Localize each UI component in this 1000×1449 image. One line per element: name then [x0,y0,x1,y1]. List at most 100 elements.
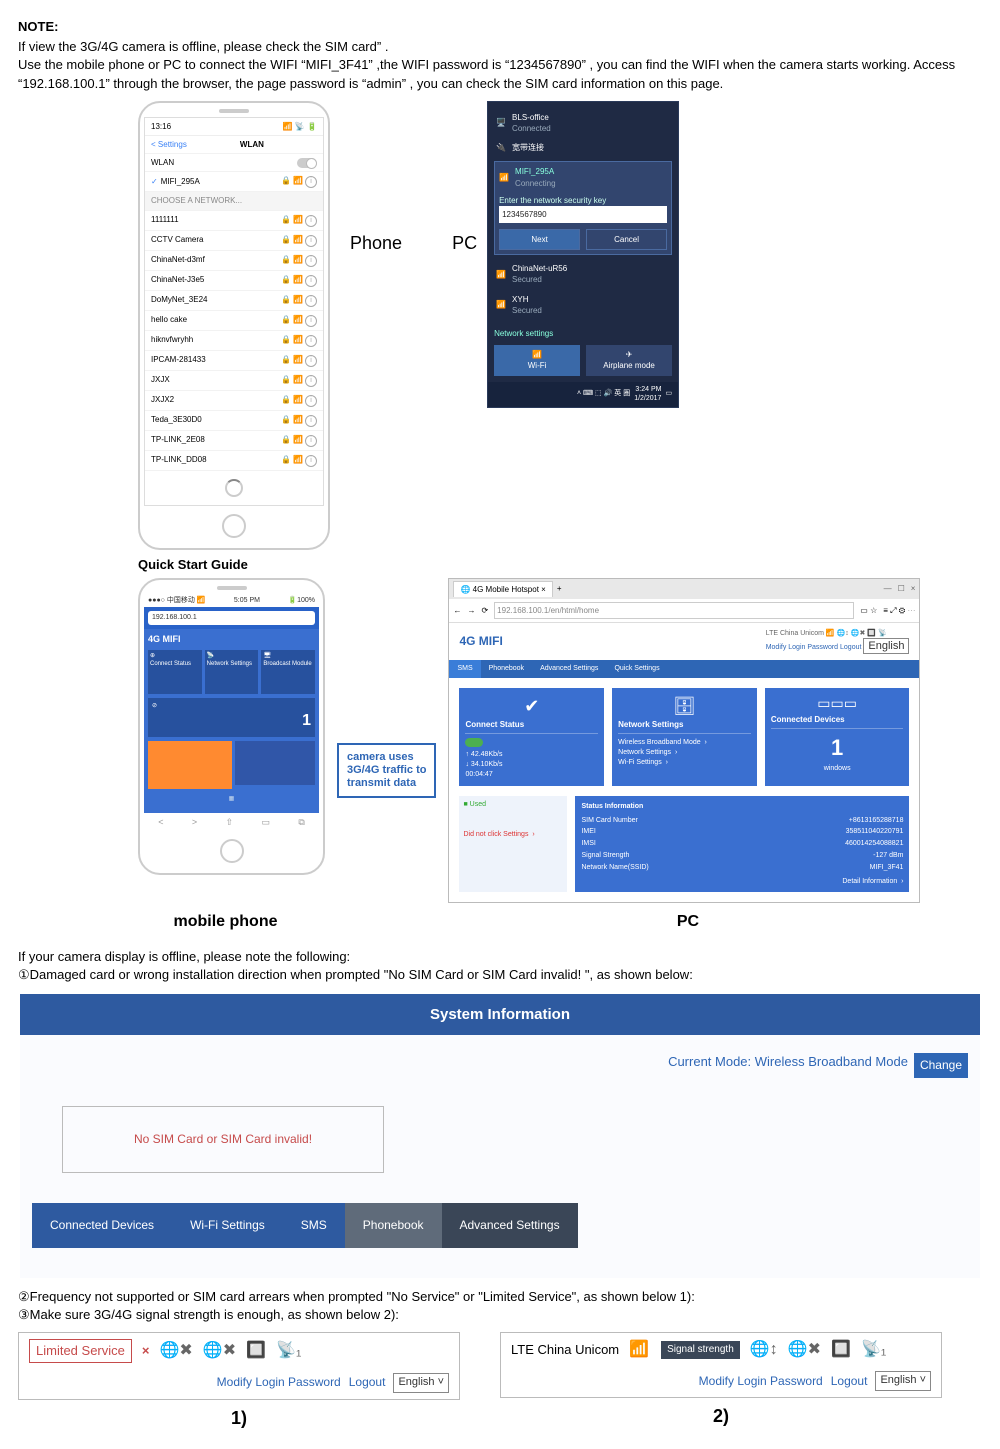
network-row[interactable]: IPCAM-281433🔒📶i [145,351,323,371]
tab-phonebook[interactable]: Phonebook [345,1203,442,1248]
battery-icon: 🔲 [246,1340,266,1362]
browser-tab[interactable]: 🌐 4G Mobile Hotspot × [453,581,552,597]
close-icon[interactable]: × [911,583,916,594]
tab-advanced-settings[interactable]: Advanced Settings [442,1203,578,1248]
address-bar[interactable]: 192.168.100.1 [148,611,315,625]
link-network-settings[interactable]: Network Settings › [618,748,751,758]
detail-info-link[interactable]: Detail Information › [581,877,903,887]
iphone-frame: 13:16 📶 📡 🔋 < Settings WLAN WLAN ✓MIFI_2… [138,101,330,550]
password-input[interactable]: 1234567890 [499,206,667,223]
network-row[interactable]: TP-LINK_DD08🔒📶i [145,451,323,471]
system-info-header: System Information [20,994,980,1035]
no-click-settings[interactable]: Did not click Settings › [463,830,563,840]
network-row[interactable]: TP-LINK_2E08🔒📶i [145,431,323,451]
wifi-icon: 📡₁ [861,1339,886,1361]
cancel-button[interactable]: Cancel [586,229,667,250]
modify-password-link[interactable]: Modify Login Password [217,1374,341,1391]
menu-icons[interactable]: ≡ ⤢ ⚙ ⋯ [883,605,915,616]
globe-x-icon: 🌐✖ [851,630,866,637]
tab-sms[interactable]: SMS [283,1203,345,1248]
network-item[interactable]: 📶ChinaNet-uR56Secured [494,259,672,289]
refresh-icon[interactable]: ⟳ [481,605,488,616]
broadband-item[interactable]: 🔌 宽带连接 [494,138,672,157]
fwd-icon[interactable]: > [192,816,197,829]
tab-advanced[interactable]: Advanced Settings [532,660,606,678]
network-row[interactable]: hiknvfwryhh🔒📶i [145,331,323,351]
link-broadband-mode[interactable]: Wireless Broadband Mode › [618,738,751,748]
next-button[interactable]: Next [499,229,580,250]
back-icon[interactable]: < [158,816,163,829]
new-tab-button[interactable]: + [557,583,562,594]
tabs-icon[interactable]: ⧉ [298,816,304,829]
tab-phonebook[interactable]: Phonebook [481,660,532,678]
iphone-frame-2: ●●●○ 中国移动 📶5:05 PM🔋100% 192.168.100.1 4G… [138,578,325,875]
home-button[interactable] [220,839,244,863]
tile-broadcast[interactable]: 🖥Broadcast Module [261,650,315,694]
tile-network-settings[interactable]: 📡Network Settings [205,650,259,694]
min-icon[interactable]: — [884,583,892,594]
network-settings-link[interactable]: Network settings [494,328,672,339]
tile-status-detail: ⊘1 [148,698,315,737]
modify-password-link[interactable]: Modify Login Password [699,1373,823,1390]
nav-back-icon[interactable]: ← [453,605,461,616]
notification-icon[interactable]: ▭ [665,389,672,399]
lang-select[interactable]: English ˅ [393,1373,449,1392]
network-row[interactable]: JXJX🔒📶i [145,371,323,391]
wlan-toggle-row: WLAN [145,154,323,172]
lang-select[interactable]: English ˅ [875,1371,931,1390]
lang-select[interactable]: English [863,638,909,654]
info-icon[interactable]: i [305,176,317,188]
star-icon[interactable]: ▭ ☆ [860,605,877,616]
home-button[interactable] [222,514,246,538]
network-item[interactable]: 📶XYHSecured [494,290,672,320]
tile-connect-status[interactable]: ⊕Connect Status [148,650,202,694]
tab-connected-devices[interactable]: Connected Devices [32,1203,172,1248]
globe-x-icon: 🌐✖ [203,1340,236,1362]
network-row[interactable]: 1111111🔒📶i [145,211,323,231]
bookmarks-icon[interactable]: ▭ [261,816,270,829]
share-icon[interactable]: ⇧ [226,816,234,829]
tile-blue[interactable] [235,741,315,785]
network-row[interactable]: ChinaNet-J3e5🔒📶i [145,271,323,291]
network-row[interactable]: ChinaNet-d3mf🔒📶i [145,251,323,271]
note-line1: If view the 3G/4G camera is offline, ple… [18,39,377,54]
connected-network-row[interactable]: ✓MIFI_295A 🔒📶i [145,172,323,192]
link-wifi-settings[interactable]: Wi-Fi Settings › [618,758,751,768]
point-1: ①Damaged card or wrong installation dire… [18,966,982,984]
back-button[interactable]: < Settings [151,139,187,150]
url-input[interactable]: 192.168.100.1/en/html/home [494,602,854,619]
max-icon[interactable]: ☐ [898,583,905,594]
carrier-label: LTE China Unicom [511,1341,619,1359]
logout-link[interactable]: Logout [349,1374,386,1391]
wlan-toggle[interactable] [297,158,317,168]
connecting-network-box: 📶 MIFI_295AConnecting Enter the network … [494,161,672,255]
tab-quick[interactable]: Quick Settings [606,660,667,678]
airplane-tile[interactable]: ✈Airplane mode [586,345,672,375]
network-row[interactable]: JXJX2🔒📶i [145,391,323,411]
wifi-tile[interactable]: 📶Wi-Fi [494,345,580,375]
tab-wifi-settings[interactable]: Wi-Fi Settings [172,1203,283,1248]
connection-toggle[interactable] [465,738,483,747]
status-bar: ●●●○ 中国移动 📶5:05 PM🔋100% [144,594,319,608]
network-row[interactable]: DoMyNet_3E24🔒📶i [145,291,323,311]
safari-toolbar: < > ⇧ ▭ ⧉ [144,813,319,831]
change-button[interactable]: Change [914,1053,968,1078]
pc-label: PC [452,231,477,256]
usage-box: ■ Used Did not click Settings › [459,796,567,893]
signal-bars-icon: 📶 [629,1339,649,1361]
screen-title: WLAN [240,139,264,150]
header-links[interactable]: Modify Login Password Logout [766,644,862,651]
mifi-title: 4G MIFI [148,633,315,646]
network-row[interactable]: Teda_3E30D0🔒📶i [145,411,323,431]
tab-sms[interactable]: SMS [449,660,480,678]
row-service-examples: Limited Service × 🌐✖ 🌐✖ 🔲 📡₁ Modify Logi… [18,1332,982,1431]
network-row[interactable]: CCTV Camera🔒📶i [145,231,323,251]
logout-link[interactable]: Logout [831,1373,868,1390]
network-list: 1111111🔒📶i CCTV Camera🔒📶i ChinaNet-d3mf🔒… [145,211,323,471]
nav-fwd-icon[interactable]: → [467,605,475,616]
tile-orange[interactable] [148,741,232,789]
network-row[interactable]: hello cake🔒📶i [145,311,323,331]
connected-network[interactable]: 🖥️ BLS-officeConnected [494,108,672,138]
camera-traffic-callout: camera uses3G/4G traffic totransmit data [337,743,436,799]
connected-ssid: MIFI_295A [161,177,200,186]
